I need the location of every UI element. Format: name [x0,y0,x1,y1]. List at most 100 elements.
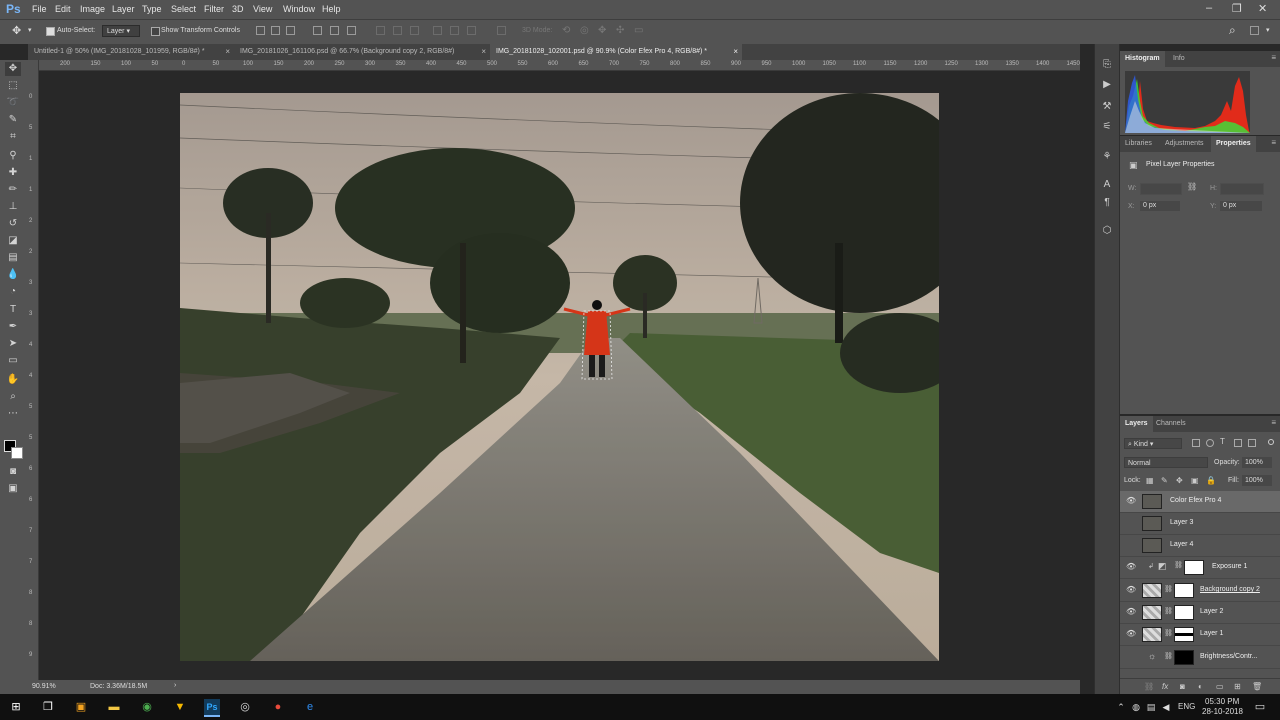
notifications-icon[interactable]: ▭ [1252,699,1268,715]
document-canvas[interactable] [180,93,939,661]
blend-mode-dropdown[interactable]: Normal [1124,457,1208,468]
crop-tool-icon[interactable]: ⌗ [5,130,21,144]
vlc-icon[interactable]: ▼ [172,699,188,715]
layer-row-layer-3[interactable]: Layer 3 [1120,513,1280,535]
panel-menu-icon[interactable]: ≡ [1271,53,1276,62]
status-menu-arrow-icon[interactable]: › [174,682,176,689]
tray-app-icon[interactable]: ◍ [1128,699,1144,715]
edge-icon[interactable]: e [302,699,318,715]
zoom-level[interactable]: 90.91% [32,683,56,690]
menu-edit[interactable]: Edit [55,4,71,14]
lasso-tool-icon[interactable]: ➰ [5,96,21,110]
menu-window[interactable]: Window [283,4,315,14]
y-input[interactable]: 0 px [1220,201,1262,211]
character-icon[interactable]: A [1099,178,1115,192]
menu-help[interactable]: Help [322,4,341,14]
screen-mode-icon[interactable]: ▣ [5,482,21,496]
distribute-right-icon[interactable] [467,26,476,35]
path-selection-tool-icon[interactable]: ➤ [5,337,21,351]
background-color-swatch[interactable] [11,447,23,459]
file-explorer-icon[interactable]: ▬ [106,699,122,715]
blur-tool-icon[interactable]: 💧 [5,268,21,282]
vertical-ruler[interactable]: 0 5 1 1 2 2 3 3 4 4 5 5 6 6 7 7 8 8 9 [28,60,39,680]
more-tools-icon[interactable]: ⋯ [5,407,21,421]
link-dimensions-icon[interactable]: ⛓ [1187,182,1197,191]
mask-icon[interactable]: ◙ [1180,682,1185,691]
x-input[interactable]: 0 px [1140,201,1180,211]
brush-tool-icon[interactable]: ✏ [5,183,21,197]
lock-transparent-icon[interactable]: ▦ [1146,476,1154,485]
minimize-button[interactable]: – [1206,2,1212,14]
dodge-tool-icon[interactable]: ◔ [5,285,21,299]
clock-date[interactable]: 28-10-2018 [1202,707,1243,716]
quick-mask-icon[interactable]: ◙ [5,465,21,479]
visibility-eye-icon[interactable]: 👁 [1126,585,1136,594]
3d-roll-icon[interactable]: ◎ [580,25,589,36]
3d-orbit-icon[interactable]: ⟲ [562,25,570,36]
auto-select-checkbox[interactable] [46,27,55,36]
brushes-icon[interactable]: ⚘ [1099,150,1115,164]
auto-align-icon[interactable] [497,26,506,35]
lock-artboard-icon[interactable]: ▣ [1191,476,1199,485]
close-tab-icon[interactable]: × [481,44,486,60]
healing-brush-tool-icon[interactable]: ✚ [5,166,21,180]
distribute-left-icon[interactable] [433,26,442,35]
pen-tool-icon[interactable]: ✒ [5,320,21,334]
menu-view[interactable]: View [253,4,272,14]
distribute-vcenter-icon[interactable] [393,26,402,35]
visibility-eye-icon[interactable]: 👁 [1126,629,1136,638]
panel-menu-icon[interactable]: ≡ [1271,418,1276,427]
menu-filter[interactable]: Filter [204,4,224,14]
clock-time[interactable]: 05:30 PM [1205,697,1239,706]
tray-up-arrow-icon[interactable]: ⌃ [1113,699,1129,715]
distribute-hcenter-icon[interactable] [450,26,459,35]
tab-adjustments[interactable]: Adjustments [1160,136,1209,152]
close-tab-icon[interactable]: × [225,44,230,60]
3d-drag-icon[interactable]: ✥ [598,25,606,36]
history-brush-tool-icon[interactable]: ↺ [5,217,21,231]
eraser-tool-icon[interactable]: ◪ [5,234,21,248]
workspace-dropdown-icon[interactable]: ▾ [1266,26,1270,34]
visibility-eye-icon[interactable]: 👁 [1126,607,1136,616]
3d-panel-icon[interactable]: ⬡ [1099,224,1115,238]
opacity-input[interactable]: 100% [1242,457,1272,468]
filter-pixel-icon[interactable] [1192,439,1200,447]
gradient-tool-icon[interactable]: ▤ [5,251,21,265]
auto-select-dropdown[interactable]: Layer ▾ [102,25,140,37]
hand-tool-icon[interactable]: ✋ [5,373,21,387]
height-input[interactable] [1220,183,1264,195]
align-right-icon[interactable] [347,26,356,35]
photoshop-taskbar-icon[interactable]: Ps [204,699,220,717]
quick-select-tool-icon[interactable]: ✎ [5,113,21,127]
history-icon[interactable]: ⎘ [1099,58,1115,72]
fill-input[interactable]: 100% [1242,475,1272,486]
windows-start-icon[interactable]: ⊞ [8,699,24,715]
visibility-eye-icon[interactable]: 👁 [1126,562,1136,571]
filter-smartobject-icon[interactable] [1248,439,1256,447]
folder-icon[interactable]: ▭ [1216,682,1224,691]
distribute-top-icon[interactable] [376,26,385,35]
horizontal-ruler[interactable]: 200 150 100 50 0 50 100 150 200 250 300 350 400 450 50… [38,60,1080,71]
maximize-button[interactable]: ❐ [1232,2,1242,15]
tab-histogram[interactable]: Histogram [1120,51,1165,67]
layer-row-layer-4[interactable]: Layer 4 [1120,535,1280,557]
lock-pixels-icon[interactable]: ✎ [1161,476,1168,485]
new-layer-icon[interactable]: ⊞ [1234,682,1241,691]
workspace-icon[interactable] [1250,26,1259,35]
search-icon[interactable]: ⌕ [1229,23,1236,38]
align-bottom-icon[interactable] [286,26,295,35]
tab-libraries[interactable]: Libraries [1120,136,1157,152]
tool-presets-icon[interactable]: ⚒ [1099,100,1115,114]
filter-shape-icon[interactable] [1234,439,1242,447]
task-view-icon[interactable]: ❐ [40,699,56,715]
align-vcenter-icon[interactable] [271,26,280,35]
link-icon[interactable]: ⛓ [1144,682,1154,691]
language-indicator[interactable]: ENG [1178,702,1195,711]
layer-row-background-copy-2[interactable]: 👁 ⛓ Background copy 2 [1120,580,1280,602]
distribute-bottom-icon[interactable] [410,26,419,35]
menu-3d[interactable]: 3D [232,4,244,14]
layer-row-layer-1[interactable]: 👁 ⛓ Layer 1 [1120,624,1280,646]
move-tool-icon[interactable]: ✥ [5,62,21,76]
width-input[interactable] [1140,183,1182,195]
clone-stamp-tool-icon[interactable]: ⊥ [5,200,21,214]
